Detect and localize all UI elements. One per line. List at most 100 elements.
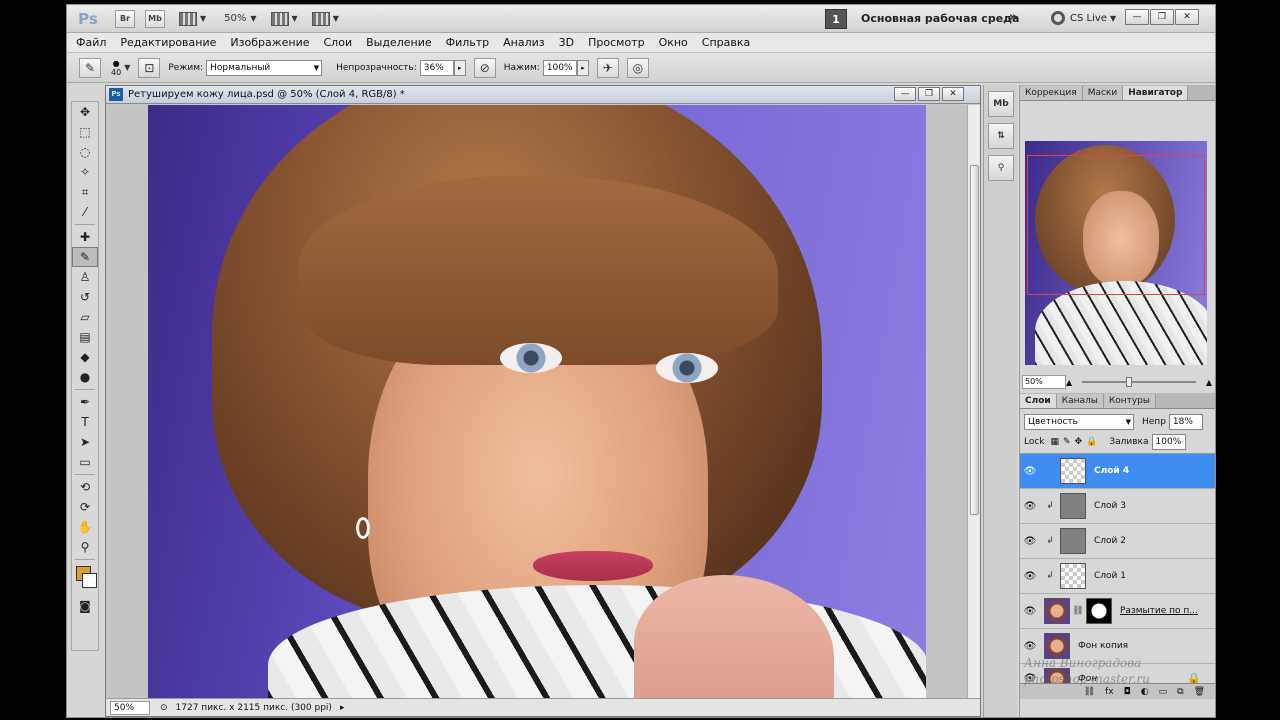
tab-channels[interactable]: Каналы — [1056, 394, 1104, 408]
marquee-tool-icon[interactable]: ⬚ — [72, 122, 98, 142]
dodge-tool-icon[interactable]: ● — [72, 367, 98, 387]
layer-mask-thumbnail[interactable] — [1086, 598, 1112, 624]
crop-tool-icon[interactable]: ⌗ — [72, 182, 98, 202]
status-zoom-field[interactable]: 50% — [110, 700, 150, 715]
gradient-tool-icon[interactable]: ▤ — [72, 327, 98, 347]
menu-window[interactable]: Окно — [659, 36, 688, 49]
type-tool-icon[interactable]: T — [72, 412, 98, 432]
layer-style-icon[interactable]: fx — [1105, 687, 1114, 697]
eraser-tool-icon[interactable]: ▱ — [72, 307, 98, 327]
chevron-down-icon[interactable]: ▼ — [333, 14, 339, 23]
document-title-bar[interactable]: Ps Ретушируем кожу лица.psd @ 50% (Слой … — [106, 86, 980, 104]
chevron-down-icon[interactable]: ▼ — [292, 14, 298, 23]
lasso-tool-icon[interactable]: ◌ — [72, 142, 98, 162]
visibility-eye-icon[interactable]: 👁 — [1022, 501, 1038, 512]
mini-bridge-button[interactable]: Mb — [145, 9, 165, 28]
menu-edit[interactable]: Редактирование — [120, 36, 216, 49]
brush-tool-preset-icon[interactable]: ✎ — [79, 57, 101, 78]
mode-select[interactable]: Нормальный — [206, 59, 323, 76]
extras-icon[interactable] — [179, 11, 197, 26]
opacity-slider-toggle[interactable]: ▸ — [453, 59, 466, 76]
clone-stamp-tool-icon[interactable]: ♙ — [72, 267, 98, 287]
visibility-eye-icon[interactable]: 👁 — [1022, 536, 1038, 547]
tab-paths[interactable]: Контуры — [1103, 394, 1157, 408]
close-icon[interactable]: ✕ — [1175, 9, 1199, 25]
lock-position-icon[interactable]: ✥ — [1075, 437, 1083, 447]
brush-tool-icon[interactable]: ✎ — [72, 247, 98, 267]
layer-row[interactable]: 👁 Слой 4 — [1020, 454, 1215, 489]
opacity-input[interactable]: 36% — [419, 59, 454, 76]
menu-select[interactable]: Выделение — [366, 36, 432, 49]
quick-selection-tool-icon[interactable]: ✧ — [72, 162, 98, 182]
link-layers-icon[interactable]: ⛓ — [1084, 687, 1095, 697]
zoom-tool-icon[interactable]: ⚲ — [72, 537, 98, 557]
path-selection-tool-icon[interactable]: ➤ — [72, 432, 98, 452]
hand-tool-icon[interactable]: ✋ — [72, 517, 98, 537]
chain-link-icon[interactable]: ⛓ — [1072, 606, 1084, 616]
tab-navigator[interactable]: Навигатор — [1123, 86, 1189, 100]
cs-live-button[interactable]: CS Live ▼ — [1051, 11, 1116, 25]
layer-row[interactable]: 👁 ↲ Слой 3 — [1020, 489, 1215, 524]
lock-all-icon[interactable]: 🔒 — [1086, 437, 1097, 447]
chevron-down-icon[interactable]: ▼ — [200, 14, 206, 23]
zoom-in-icon[interactable]: ▲ — [1206, 378, 1212, 387]
navigator-zoom-field[interactable]: 50% — [1022, 375, 1066, 389]
tab-layers[interactable]: Слои — [1020, 394, 1057, 408]
menu-3d[interactable]: 3D — [559, 36, 574, 49]
pressure-size-icon[interactable]: ◎ — [626, 57, 649, 78]
quick-mask-icon[interactable]: ◙ — [72, 596, 98, 616]
navigator-zoom-slider[interactable] — [1082, 377, 1196, 387]
history-panel-icon[interactable]: ⇅ — [988, 123, 1014, 149]
doc-maximize-icon[interactable]: ❐ — [918, 87, 940, 101]
zoom-dropdown[interactable]: 50% ▼ — [224, 13, 256, 24]
maximize-icon[interactable]: ❐ — [1150, 9, 1174, 25]
pressure-slider-toggle[interactable]: ▸ — [576, 59, 589, 76]
move-tool-icon[interactable]: ✥ — [72, 102, 98, 122]
fill-input[interactable]: 100% — [1151, 434, 1186, 450]
chevron-down-icon[interactable]: ▼ — [124, 63, 130, 72]
zoom-out-icon[interactable]: ▲ — [1066, 378, 1072, 387]
visibility-eye-icon[interactable]: 👁 — [1022, 641, 1038, 652]
navigator-preview[interactable] — [1025, 141, 1207, 365]
tab-masks[interactable]: Маски — [1082, 86, 1124, 100]
pen-tool-icon[interactable]: ✒ — [72, 392, 98, 412]
eyedropper-tool-icon[interactable]: ⁄ — [72, 202, 98, 222]
3d-orbit-tool-icon[interactable]: ⟳ — [72, 497, 98, 517]
screen-mode-icon[interactable] — [311, 11, 330, 26]
visibility-eye-icon[interactable]: 👁 — [1022, 571, 1038, 582]
add-mask-icon[interactable]: ◘ — [1124, 687, 1131, 697]
lock-pixels-icon[interactable]: ✎ — [1063, 437, 1071, 447]
new-layer-icon[interactable]: ⧉ — [1177, 687, 1183, 697]
menu-image[interactable]: Изображение — [230, 36, 309, 49]
healing-brush-tool-icon[interactable]: ✚ — [72, 227, 98, 247]
canvas[interactable] — [106, 105, 968, 699]
airbrush-icon[interactable]: ✈ — [596, 57, 619, 78]
navigator-view-box[interactable] — [1027, 155, 1205, 295]
delete-layer-icon[interactable]: 🗑 — [1194, 687, 1205, 697]
workspace-number[interactable]: 1 — [825, 9, 847, 29]
layer-row[interactable]: 👁 ⛓ Размытие по п... — [1020, 594, 1215, 629]
bridge-button[interactable]: Br — [115, 9, 135, 28]
lock-transparency-icon[interactable]: ▦ — [1051, 437, 1060, 447]
doc-minimize-icon[interactable]: — — [894, 87, 916, 101]
visibility-eye-icon[interactable]: 👁 — [1022, 466, 1038, 477]
3d-rotate-tool-icon[interactable]: ⟲ — [72, 477, 98, 497]
pressure-opacity-icon[interactable]: ⊘ — [473, 57, 496, 78]
menu-help[interactable]: Справка — [702, 36, 750, 49]
menu-layers[interactable]: Слои — [324, 36, 353, 49]
shape-tool-icon[interactable]: ▭ — [72, 452, 98, 472]
adjustment-layer-icon[interactable]: ◐ — [1141, 687, 1149, 697]
portrait-photo[interactable] — [148, 105, 926, 699]
layer-row[interactable]: 👁 ↲ Слой 1 — [1020, 559, 1215, 594]
minimize-icon[interactable]: — — [1125, 9, 1149, 25]
layer-opacity-input[interactable]: 18% — [1168, 414, 1203, 430]
background-color-swatch[interactable] — [82, 573, 97, 588]
menu-filter[interactable]: Фильтр — [446, 36, 490, 49]
visibility-eye-icon[interactable]: 👁 — [1022, 606, 1038, 617]
status-menu-arrow[interactable]: ▸ — [340, 703, 345, 713]
vertical-scrollbar[interactable] — [967, 105, 980, 699]
scrollbar-thumb[interactable] — [970, 165, 979, 515]
arrange-documents-icon[interactable] — [270, 11, 289, 26]
blend-mode-select[interactable]: Цветность — [1024, 414, 1134, 430]
brush-panel-icon[interactable]: ⊡ — [138, 57, 161, 78]
